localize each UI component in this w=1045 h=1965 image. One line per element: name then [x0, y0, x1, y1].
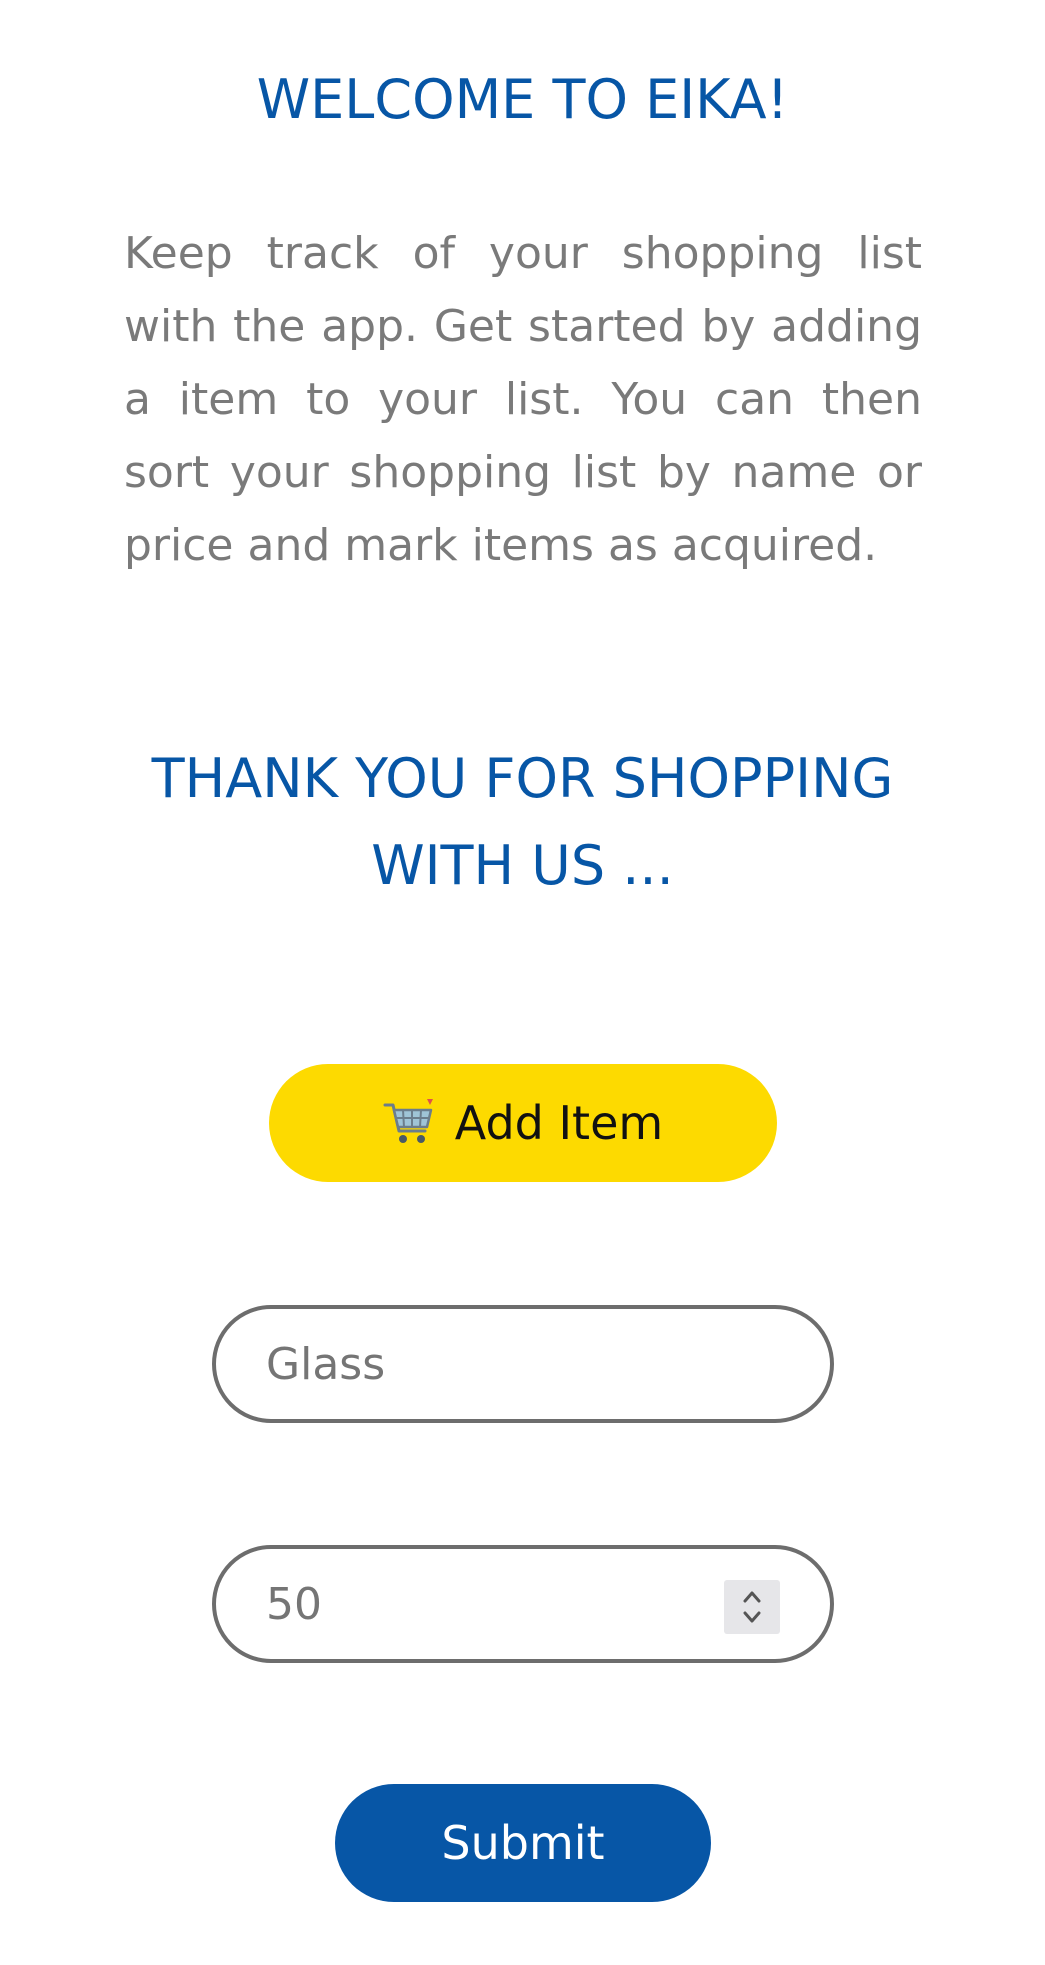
shopping-cart-icon: [383, 1097, 435, 1149]
item-name-input[interactable]: [266, 1309, 726, 1419]
item-price-input[interactable]: [266, 1549, 726, 1659]
add-item-label: Add Item: [454, 1096, 664, 1150]
thanks-line-2: WITH US ...: [371, 834, 674, 897]
item-name-field-wrapper: [212, 1305, 834, 1423]
submit-button[interactable]: Submit: [335, 1784, 711, 1902]
welcome-heading: WELCOME TO EIKA!: [256, 68, 789, 131]
thanks-line-1: THANK YOU FOR SHOPPING: [151, 747, 894, 810]
chevron-up-down-icon: [743, 1591, 761, 1623]
add-item-button[interactable]: Add Item: [269, 1064, 777, 1182]
page: WELCOME TO EIKA! Keep track of your shop…: [0, 0, 1045, 1965]
number-spinner[interactable]: [724, 1580, 780, 1634]
item-price-field-wrapper: [212, 1545, 834, 1663]
intro-text: Keep track of your shopping list with th…: [124, 228, 922, 571]
thanks-heading: THANK YOU FOR SHOPPING WITH US ...: [100, 735, 945, 909]
